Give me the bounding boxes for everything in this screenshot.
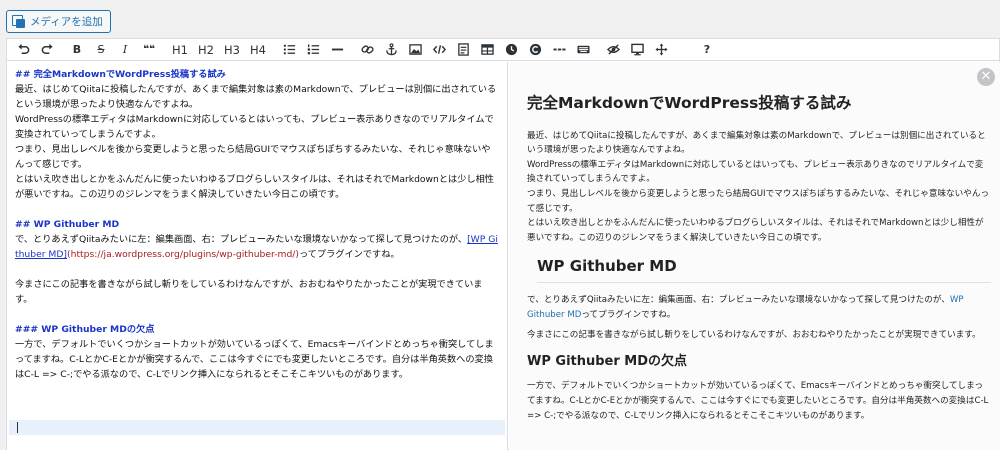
more-tag-button[interactable] (549, 40, 569, 60)
bullet-list-icon (283, 44, 295, 55)
md-text-line: 今まさにこの記事を書きながら試し斬りをしているわけなんですが、おおむねやりたかっ… (15, 279, 483, 305)
markdown-source-pane[interactable]: ## 完全MarkdownでWordPress投稿する試み 最近、はじめてQii… (7, 62, 508, 450)
move-arrows-icon (654, 43, 668, 56)
preview-text: ってプラグインですね。 (581, 309, 676, 320)
redo-icon (41, 43, 53, 54)
image-button[interactable] (405, 40, 425, 60)
active-line (9, 420, 505, 435)
preview-heading: 完全MarkdownでWordPress投稿する試み (527, 94, 852, 112)
table-icon (480, 44, 494, 55)
editor-toolbar: B S I ❝❝ H1 H2 H3 H4 ? (7, 39, 999, 61)
eye-slash-icon (606, 44, 620, 55)
bold-button[interactable]: B (67, 40, 87, 60)
quote-button[interactable]: ❝❝ (139, 40, 159, 60)
preview-paragraph: 最近、はじめてQiitaに投稿したんですが、あくまで編集対象は素のMarkdow… (527, 129, 991, 246)
code-icon (432, 45, 446, 54)
horizontal-rule-button[interactable] (327, 40, 347, 60)
copyright-button[interactable] (525, 40, 545, 60)
preview-text: 最近、はじめてQiitaに投稿したんですが、あくまで編集対象は素のMarkdow… (527, 130, 986, 156)
md-text: で、とりあえずQiitaみたいに左：編集画面、右：プレビューみたいな環境ないかな… (15, 234, 468, 245)
add-media-button[interactable]: メディアを追加 (6, 10, 111, 33)
md-heading-line: ## WP Githuber MD (15, 219, 120, 230)
preview-heading: WP Githuber MDの欠点 (527, 353, 688, 369)
undo-button[interactable] (13, 40, 33, 60)
md-text-line: 一方で、デフォルトでいくつかショートカットが効いているっぽくて、Emacsキーバ… (15, 339, 494, 380)
h1-button[interactable]: H1 (169, 40, 191, 60)
link-button[interactable] (357, 40, 377, 60)
table-button[interactable] (477, 40, 497, 60)
md-text-line: 最近、はじめてQiitaに投稿したんですが、あくまで編集対象は素のMarkdow… (15, 84, 497, 110)
anchor-icon (385, 43, 397, 56)
md-link-url: (https://ja.wordpress.org/plugins/wp-git… (67, 249, 299, 260)
help-button[interactable]: ? (697, 40, 717, 60)
numbered-list-icon (307, 44, 319, 55)
code-button[interactable] (429, 40, 449, 60)
horizontal-rule-icon (331, 48, 343, 51)
image-icon (408, 44, 422, 55)
anchor-button[interactable] (381, 40, 401, 60)
text-caret (17, 422, 18, 433)
copyright-icon (529, 43, 541, 56)
live-preview-button[interactable] (627, 40, 647, 60)
italic-button[interactable]: I (115, 40, 135, 60)
numbered-list-button[interactable] (303, 40, 323, 60)
md-text-line: つまり、見出しレベルを後から変更しようと思ったら結局GUIでマウスぽちぽちするみ… (15, 144, 491, 170)
code-block-icon (457, 43, 469, 56)
keyboard-button[interactable] (573, 40, 593, 60)
h3-button[interactable]: H3 (221, 40, 243, 60)
h4-button[interactable]: H4 (247, 40, 269, 60)
redo-button[interactable] (37, 40, 57, 60)
undo-icon (17, 43, 29, 54)
datetime-button[interactable] (501, 40, 521, 60)
toggle-preview-button[interactable] (603, 40, 623, 60)
md-text-line: で、とりあえずQiitaみたいに左：編集画面、右：プレビューみたいな環境ないかな… (15, 232, 499, 262)
md-heading-line: ## 完全MarkdownでWordPress投稿する試み (15, 69, 226, 80)
fullscreen-button[interactable] (651, 40, 671, 60)
preview-pane: ✕ 完全MarkdownでWordPress投稿する試み 最近、はじめてQiit… (509, 62, 1000, 450)
link-icon (360, 45, 374, 54)
keyboard-icon (576, 45, 590, 54)
close-preview-button[interactable]: ✕ (977, 68, 995, 86)
code-block-button[interactable] (453, 40, 473, 60)
monitor-icon (630, 43, 644, 56)
preview-heading: WP Githuber MD (537, 259, 991, 283)
preview-paragraph: 今まさにこの記事を書きながら試し斬りをしているわけなんですが、おおむねやりたかっ… (527, 330, 981, 341)
md-text: ってプラグインですね。 (299, 249, 400, 260)
h2-button[interactable]: H2 (195, 40, 217, 60)
md-heading-line: ### WP Githuber MDの欠点 (15, 324, 155, 335)
preview-text: で、とりあえずQiitaみたいに左：編集画面、右：プレビューみたいな環境ないかな… (527, 294, 950, 305)
preview-paragraph: 一方で、デフォルトでいくつかショートカットが効いているっぽくて、Emacsキーバ… (527, 381, 989, 421)
preview-text: とはいえ吹き出しとかをふんだんに使ったいわゆるブログらしいスタイルは、それはそれ… (527, 218, 984, 243)
dashes-icon (552, 48, 566, 51)
strikethrough-button[interactable]: S (91, 40, 111, 60)
preview-text: WordPressの標準エディタはMarkdownに対応しているとはいっても、プ… (527, 159, 984, 185)
add-media-label: メディアを追加 (30, 16, 103, 28)
md-text-line: とはいえ吹き出しとかをふんだんに使ったいわゆるブログらしいスタイルは、それはそれ… (15, 174, 494, 200)
preview-text: つまり、見出しレベルを後から変更しようと思ったら結局GUIでマウスぽちぽちするみ… (527, 188, 990, 214)
preview-paragraph: で、とりあえずQiitaみたいに左：編集画面、右：プレビューみたいな環境ないかな… (527, 293, 991, 322)
md-text-line: WordPressの標準エディタはMarkdownに対応しているとはいっても、プ… (15, 114, 494, 140)
clock-icon (505, 43, 517, 56)
bullet-list-button[interactable] (279, 40, 299, 60)
markdown-editor: B S I ❝❝ H1 H2 H3 H4 ? ## 完全MarkdownでWor… (6, 38, 1000, 450)
media-icon (12, 15, 26, 28)
